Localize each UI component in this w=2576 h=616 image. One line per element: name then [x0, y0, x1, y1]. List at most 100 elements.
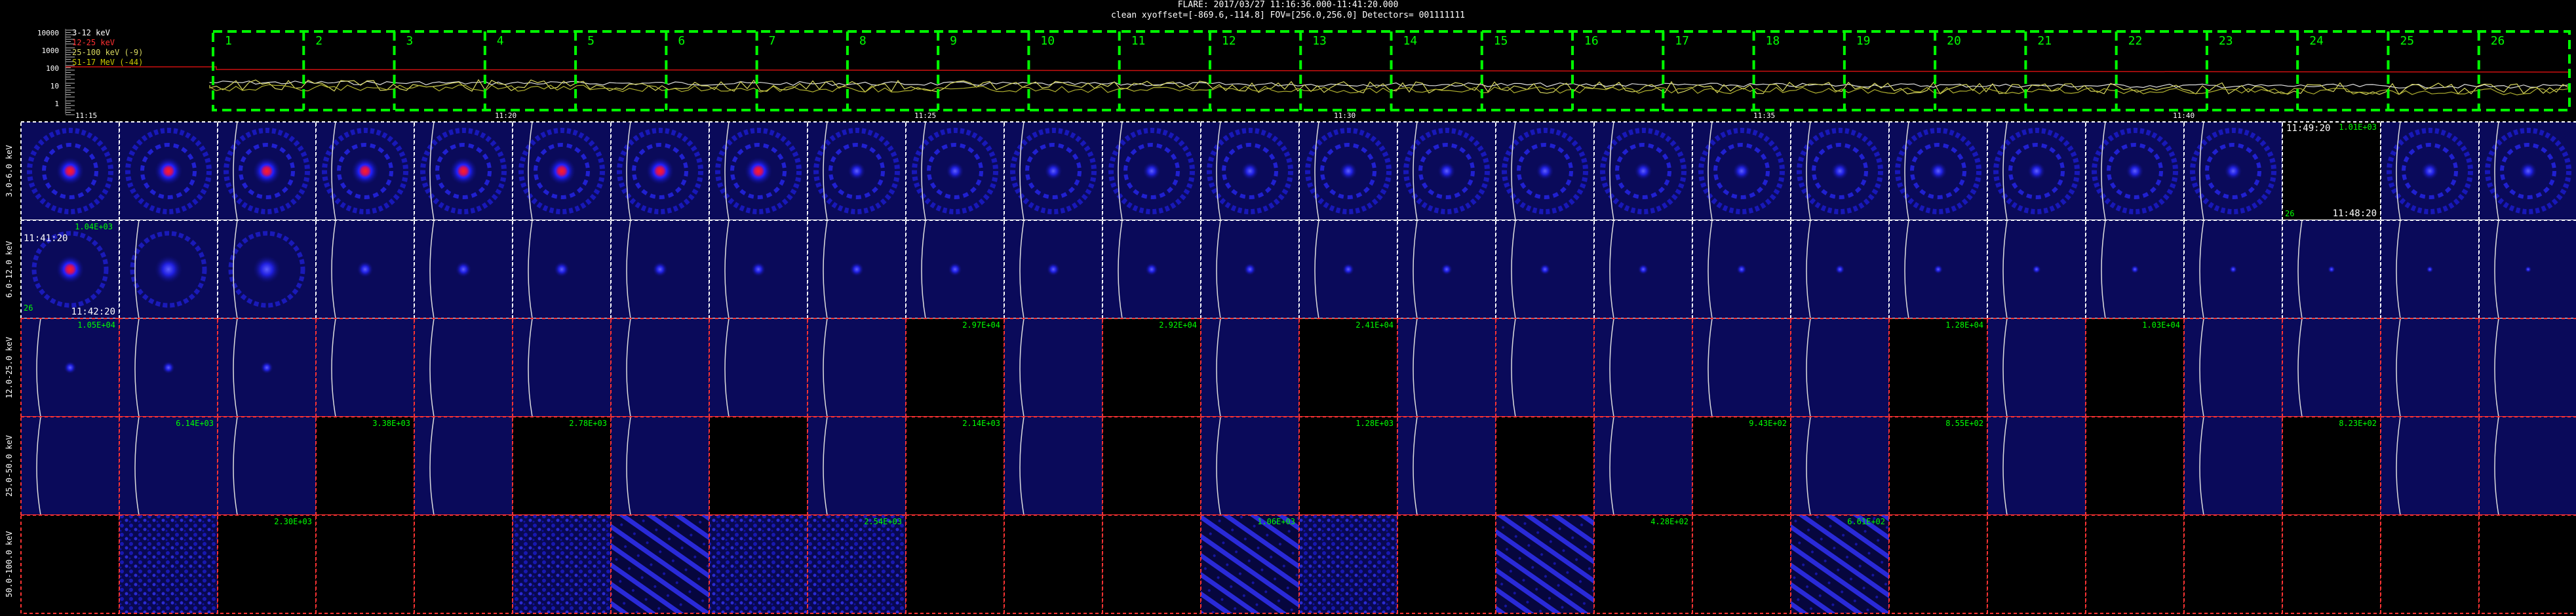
image-cell[interactable]	[414, 514, 513, 614]
image-cell[interactable]	[1397, 318, 1496, 417]
image-cell[interactable]	[414, 121, 513, 221]
image-cell[interactable]	[1200, 220, 1300, 319]
image-cell[interactable]	[1004, 220, 1103, 319]
image-cell[interactable]	[315, 514, 415, 614]
image-cell[interactable]	[217, 121, 317, 221]
image-cell[interactable]	[610, 514, 710, 614]
image-cell[interactable]	[1987, 121, 2086, 221]
image-cell[interactable]	[1495, 318, 1595, 417]
image-cell[interactable]	[1692, 220, 1791, 319]
image-cell[interactable]	[1495, 416, 1595, 516]
image-cell[interactable]: 9.43E+02	[1692, 416, 1791, 516]
image-cell[interactable]: 6.14E+03	[119, 416, 218, 516]
image-cell[interactable]	[1200, 318, 1300, 417]
image-cell[interactable]	[1790, 318, 1890, 417]
image-cell[interactable]: 4.28E+02	[1593, 514, 1693, 614]
image-cell[interactable]	[1102, 514, 1201, 614]
image-cell[interactable]	[2380, 514, 2480, 614]
image-cell[interactable]	[2085, 121, 2185, 221]
image-cell[interactable]	[1200, 416, 1300, 516]
image-cell[interactable]	[512, 220, 612, 319]
image-cell[interactable]	[1495, 514, 1595, 614]
image-cell[interactable]	[2478, 121, 2576, 221]
image-cell[interactable]	[1987, 416, 2086, 516]
image-cell[interactable]	[119, 514, 218, 614]
image-cell[interactable]	[610, 318, 710, 417]
image-cell[interactable]	[512, 121, 612, 221]
image-cell[interactable]	[709, 220, 808, 319]
image-cell[interactable]	[2085, 416, 2185, 516]
image-cell[interactable]	[1692, 121, 1791, 221]
image-cell[interactable]	[1298, 121, 1398, 221]
image-cell[interactable]	[512, 318, 612, 417]
image-cell[interactable]	[414, 416, 513, 516]
image-cell[interactable]: 3.38E+03	[315, 416, 415, 516]
image-cell[interactable]	[1102, 416, 1201, 516]
image-cell[interactable]	[1397, 514, 1496, 614]
image-cell[interactable]	[807, 318, 907, 417]
image-cell[interactable]	[905, 220, 1005, 319]
image-cell[interactable]	[315, 220, 415, 319]
image-cell[interactable]	[20, 416, 120, 516]
image-cell[interactable]	[1987, 514, 2086, 614]
image-cell[interactable]	[1397, 416, 1496, 516]
image-cell[interactable]: 1.03E+04	[2085, 318, 2185, 417]
image-cell[interactable]	[217, 220, 317, 319]
image-cell[interactable]	[1987, 318, 2086, 417]
image-cell[interactable]	[1397, 220, 1496, 319]
image-cell[interactable]	[2380, 121, 2480, 221]
image-cell[interactable]	[1692, 514, 1791, 614]
image-cell[interactable]: 2.97E+04	[905, 318, 1005, 417]
image-cell[interactable]	[315, 121, 415, 221]
image-cell[interactable]	[1102, 121, 1201, 221]
image-cell[interactable]: 6.61E+02	[1790, 514, 1890, 614]
image-cell[interactable]	[1593, 220, 1693, 319]
image-cell[interactable]	[1102, 220, 1201, 319]
image-cell[interactable]: 1.28E+03	[1298, 416, 1398, 516]
image-cell[interactable]	[315, 318, 415, 417]
image-cell[interactable]	[119, 318, 218, 417]
image-cell[interactable]	[217, 318, 317, 417]
image-cell[interactable]	[2282, 318, 2381, 417]
image-cell[interactable]	[2183, 121, 2283, 221]
image-cell[interactable]	[1790, 220, 1890, 319]
image-cell[interactable]: 2.14E+03	[905, 416, 1005, 516]
image-cell[interactable]	[1593, 318, 1693, 417]
image-cell[interactable]	[905, 121, 1005, 221]
image-cell[interactable]	[119, 121, 218, 221]
image-cell[interactable]: 2.54E+03	[807, 514, 907, 614]
image-cell[interactable]	[20, 121, 120, 221]
image-cell[interactable]	[2183, 514, 2283, 614]
image-cell[interactable]	[1888, 121, 1988, 221]
image-cell[interactable]	[709, 121, 808, 221]
image-cell[interactable]	[2478, 220, 2576, 319]
image-cell[interactable]	[1495, 121, 1595, 221]
image-cell[interactable]	[1397, 121, 1496, 221]
image-cell[interactable]	[1004, 121, 1103, 221]
image-cell[interactable]	[1790, 121, 1890, 221]
image-cell[interactable]	[1004, 416, 1103, 516]
image-cell[interactable]	[610, 121, 710, 221]
image-cell[interactable]	[2380, 318, 2480, 417]
image-cell[interactable]	[807, 416, 907, 516]
image-cell[interactable]	[709, 318, 808, 417]
image-cell[interactable]	[905, 514, 1005, 614]
image-cell[interactable]	[807, 121, 907, 221]
image-cell[interactable]	[2183, 220, 2283, 319]
image-cell[interactable]: 1.06E+03	[1200, 514, 1300, 614]
image-cell[interactable]: 2.92E+04	[1102, 318, 1201, 417]
image-cell[interactable]	[1888, 220, 1988, 319]
image-cell[interactable]	[1298, 514, 1398, 614]
image-cell[interactable]	[2478, 318, 2576, 417]
image-cell[interactable]	[2183, 416, 2283, 516]
image-cell[interactable]	[807, 220, 907, 319]
image-cell[interactable]	[1004, 514, 1103, 614]
image-cell[interactable]	[1888, 514, 1988, 614]
image-cell[interactable]	[1495, 220, 1595, 319]
image-cell[interactable]: 8.23E+02	[2282, 416, 2381, 516]
image-cell[interactable]	[1692, 318, 1791, 417]
image-cell[interactable]	[2282, 514, 2381, 614]
image-cell[interactable]	[610, 416, 710, 516]
image-cell[interactable]	[1004, 318, 1103, 417]
image-cell[interactable]	[217, 416, 317, 516]
